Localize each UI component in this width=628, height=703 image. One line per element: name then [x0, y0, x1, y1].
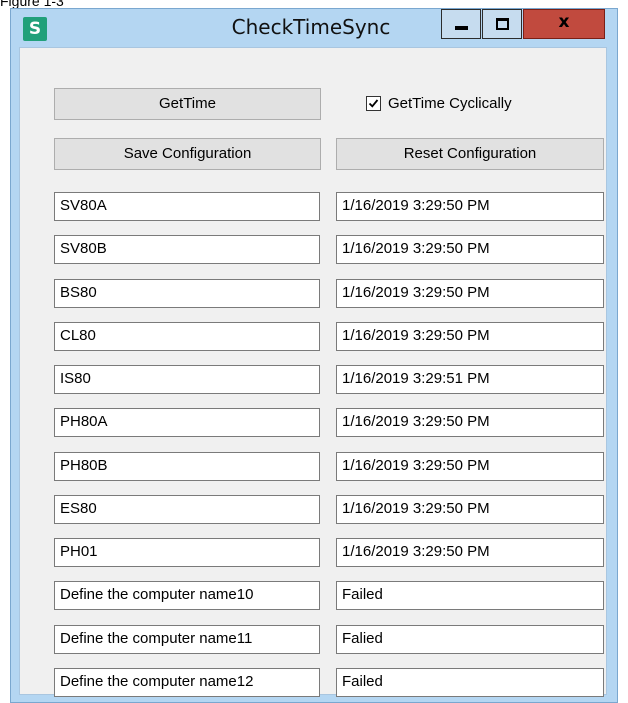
- maximize-button[interactable]: [482, 9, 522, 39]
- computer-name-field[interactable]: PH01: [54, 538, 320, 567]
- computer-name-field[interactable]: CL80: [54, 322, 320, 351]
- computer-name-field[interactable]: BS80: [54, 279, 320, 308]
- close-icon: x: [558, 12, 570, 32]
- time-result-field[interactable]: 1/16/2019 3:29:50 PM: [336, 235, 604, 264]
- computer-name-field[interactable]: SV80A: [54, 192, 320, 221]
- computer-name-field[interactable]: Define the computer name11: [54, 625, 320, 654]
- app-window: S CheckTimeSync x GetTime GetTime Cyclic…: [10, 8, 618, 703]
- minimize-icon: [455, 26, 468, 30]
- reset-configuration-button[interactable]: Reset Configuration: [336, 138, 604, 170]
- maximize-icon: [496, 18, 509, 30]
- time-result-field[interactable]: 1/16/2019 3:29:50 PM: [336, 279, 604, 308]
- close-button[interactable]: x: [523, 9, 605, 39]
- time-result-field[interactable]: 1/16/2019 3:29:50 PM: [336, 192, 604, 221]
- computer-name-field[interactable]: Define the computer name12: [54, 668, 320, 697]
- checkmark-icon: [368, 99, 379, 108]
- time-result-field[interactable]: 1/16/2019 3:29:50 PM: [336, 538, 604, 567]
- client-area: GetTime GetTime Cyclically Save Configur…: [19, 47, 607, 697]
- computer-name-field[interactable]: PH80A: [54, 408, 320, 437]
- get-time-cyclically-label: GetTime Cyclically: [388, 95, 512, 112]
- time-result-field[interactable]: Failed: [336, 581, 604, 610]
- computer-name-field[interactable]: SV80B: [54, 235, 320, 264]
- computer-name-field[interactable]: Define the computer name10: [54, 581, 320, 610]
- minimize-button[interactable]: [441, 9, 481, 39]
- computer-name-field[interactable]: ES80: [54, 495, 320, 524]
- save-configuration-button[interactable]: Save Configuration: [54, 138, 321, 170]
- title-bar[interactable]: S CheckTimeSync x: [11, 9, 617, 47]
- checkbox-box[interactable]: [366, 96, 381, 111]
- time-result-field[interactable]: 1/16/2019 3:29:50 PM: [336, 322, 604, 351]
- time-result-field[interactable]: Falied: [336, 625, 604, 654]
- time-result-field[interactable]: Failed: [336, 668, 604, 697]
- computer-name-field[interactable]: PH80B: [54, 452, 320, 481]
- time-result-field[interactable]: 1/16/2019 3:29:50 PM: [336, 495, 604, 524]
- app-s-icon[interactable]: S: [23, 17, 47, 41]
- time-result-field[interactable]: 1/16/2019 3:29:50 PM: [336, 452, 604, 481]
- computer-name-field[interactable]: IS80: [54, 365, 320, 394]
- get-time-button[interactable]: GetTime: [54, 88, 321, 120]
- time-result-field[interactable]: 1/16/2019 3:29:50 PM: [336, 408, 604, 437]
- time-result-field[interactable]: 1/16/2019 3:29:51 PM: [336, 365, 604, 394]
- window-title: CheckTimeSync: [231, 15, 391, 39]
